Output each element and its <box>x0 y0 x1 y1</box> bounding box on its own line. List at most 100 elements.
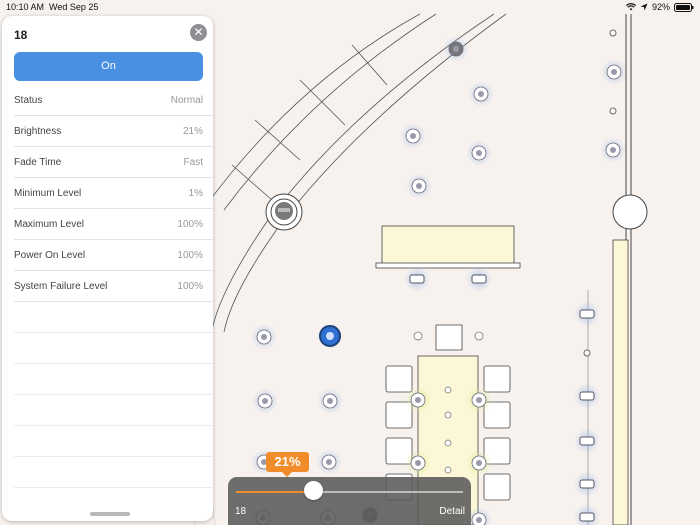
light-fixture[interactable] <box>600 137 626 163</box>
empty-row <box>14 395 213 426</box>
empty-row <box>14 302 213 333</box>
fixture-lens <box>611 69 617 75</box>
empty-row <box>14 426 213 457</box>
status-time: 10:10 AM <box>6 2 45 12</box>
level-slider-track[interactable] <box>236 491 463 493</box>
property-list: Status Normal Brightness 21% Fade Time Fast… <box>14 85 213 488</box>
property-value: 100% <box>177 218 203 230</box>
fixture-body <box>471 274 487 284</box>
status-time-date: 10:10 AM Wed Sep 25 <box>6 2 98 12</box>
right-cabinet <box>612 239 629 525</box>
light-fixture[interactable] <box>601 59 627 85</box>
column <box>265 193 303 231</box>
fixture-body <box>579 309 595 319</box>
light-fixture[interactable] <box>574 301 600 327</box>
light-fixture[interactable] <box>466 140 492 166</box>
fixture-body <box>579 391 595 401</box>
property-value: 100% <box>177 280 203 292</box>
battery-icon <box>674 2 694 12</box>
fixture-lens <box>261 334 267 340</box>
light-fixture[interactable] <box>252 388 278 414</box>
property-row-fade-time[interactable]: Fade Time Fast <box>14 147 213 178</box>
sensor[interactable] <box>609 29 617 37</box>
light-fixture[interactable] <box>406 173 432 199</box>
panel-title: 18 <box>14 28 28 42</box>
property-value: 1% <box>188 187 203 199</box>
panel-resize-handle[interactable] <box>90 512 130 516</box>
fixture-body <box>409 274 425 284</box>
on-button[interactable]: On <box>14 52 203 81</box>
light-fixture[interactable] <box>466 450 492 476</box>
fixture-lens <box>415 460 421 466</box>
fixture-lens <box>476 397 482 403</box>
light-fixture[interactable] <box>468 81 494 107</box>
status-date: Wed Sep 25 <box>49 2 99 12</box>
wifi-icon <box>625 3 636 11</box>
light-fixture[interactable] <box>404 266 430 292</box>
level-slider-fill <box>236 491 314 493</box>
property-row-minimum-level[interactable]: Minimum Level 1% <box>14 178 213 209</box>
light-fixture[interactable] <box>405 387 431 413</box>
credenza <box>375 225 521 269</box>
property-value: 21% <box>182 125 203 137</box>
detail-button[interactable]: Detail <box>439 506 465 517</box>
property-label: Brightness <box>14 125 62 137</box>
fixture-lens <box>610 147 616 153</box>
slider-fixture-id: 18 <box>235 506 247 517</box>
property-label: Fade Time <box>14 156 62 168</box>
battery-percent: 92% <box>651 2 670 12</box>
fixture-lens <box>453 46 459 52</box>
light-fixture[interactable] <box>405 450 431 476</box>
status-right: 92% <box>625 2 694 12</box>
property-label: System Failure Level <box>14 280 108 292</box>
property-label: Maximum Level <box>14 218 85 230</box>
property-row-brightness[interactable]: Brightness 21% <box>14 116 213 147</box>
light-fixture[interactable] <box>400 123 426 149</box>
fixture-lens <box>326 459 332 465</box>
property-label: Minimum Level <box>14 187 82 199</box>
fixture-body <box>579 512 595 522</box>
fixture-lens <box>416 183 422 189</box>
light-fixture[interactable] <box>317 388 343 414</box>
property-row-status[interactable]: Status Normal <box>14 85 213 116</box>
light-fixture[interactable] <box>443 36 469 62</box>
property-row-maximum-level[interactable]: Maximum Level 100% <box>14 209 213 240</box>
property-value: Fast <box>183 156 203 168</box>
empty-row <box>14 364 213 395</box>
fixture-body <box>579 479 595 489</box>
close-icon: ✕ <box>193 25 204 39</box>
fixture-lens <box>476 150 482 156</box>
light-fixture[interactable] <box>316 449 342 475</box>
fixture-lens <box>476 460 482 466</box>
property-label: Power On Level <box>14 249 86 261</box>
empty-row <box>14 333 213 364</box>
fixture-lens <box>410 133 416 139</box>
fixture-detail-panel: 18 ✕ On Status Normal Brightness 21% Fade … <box>2 16 213 521</box>
level-slider-thumb[interactable] <box>303 481 323 500</box>
status-bar: 10:10 AM Wed Sep 25 92% <box>0 0 700 14</box>
fixture-body <box>579 436 595 446</box>
light-fixture[interactable] <box>466 266 492 292</box>
sensor[interactable] <box>583 349 591 357</box>
property-row-power-on-level[interactable]: Power On Level 100% <box>14 240 213 271</box>
light-fixture[interactable] <box>574 471 600 497</box>
light-fixture[interactable] <box>251 324 277 350</box>
level-tooltip: 21% <box>266 452 309 477</box>
fixture-lens <box>327 398 333 404</box>
fixture-lens <box>478 91 484 97</box>
light-fixture[interactable] <box>574 383 600 409</box>
property-row-system-failure-level[interactable]: System Failure Level 100% <box>14 271 213 302</box>
empty-row <box>14 457 213 488</box>
property-value: 100% <box>177 249 203 261</box>
property-value: Normal <box>170 94 203 106</box>
fixture-lens <box>415 397 421 403</box>
level-slider-panel: 18 Detail <box>228 477 471 525</box>
sensor[interactable] <box>609 107 617 115</box>
fixture-lens <box>262 398 268 404</box>
light-fixture[interactable] <box>466 387 492 413</box>
light-fixture[interactable] <box>574 428 600 454</box>
fixture-lens <box>326 332 334 340</box>
close-button[interactable]: ✕ <box>190 24 207 41</box>
light-fixture[interactable] <box>317 323 343 349</box>
fixture-lens <box>476 517 482 523</box>
